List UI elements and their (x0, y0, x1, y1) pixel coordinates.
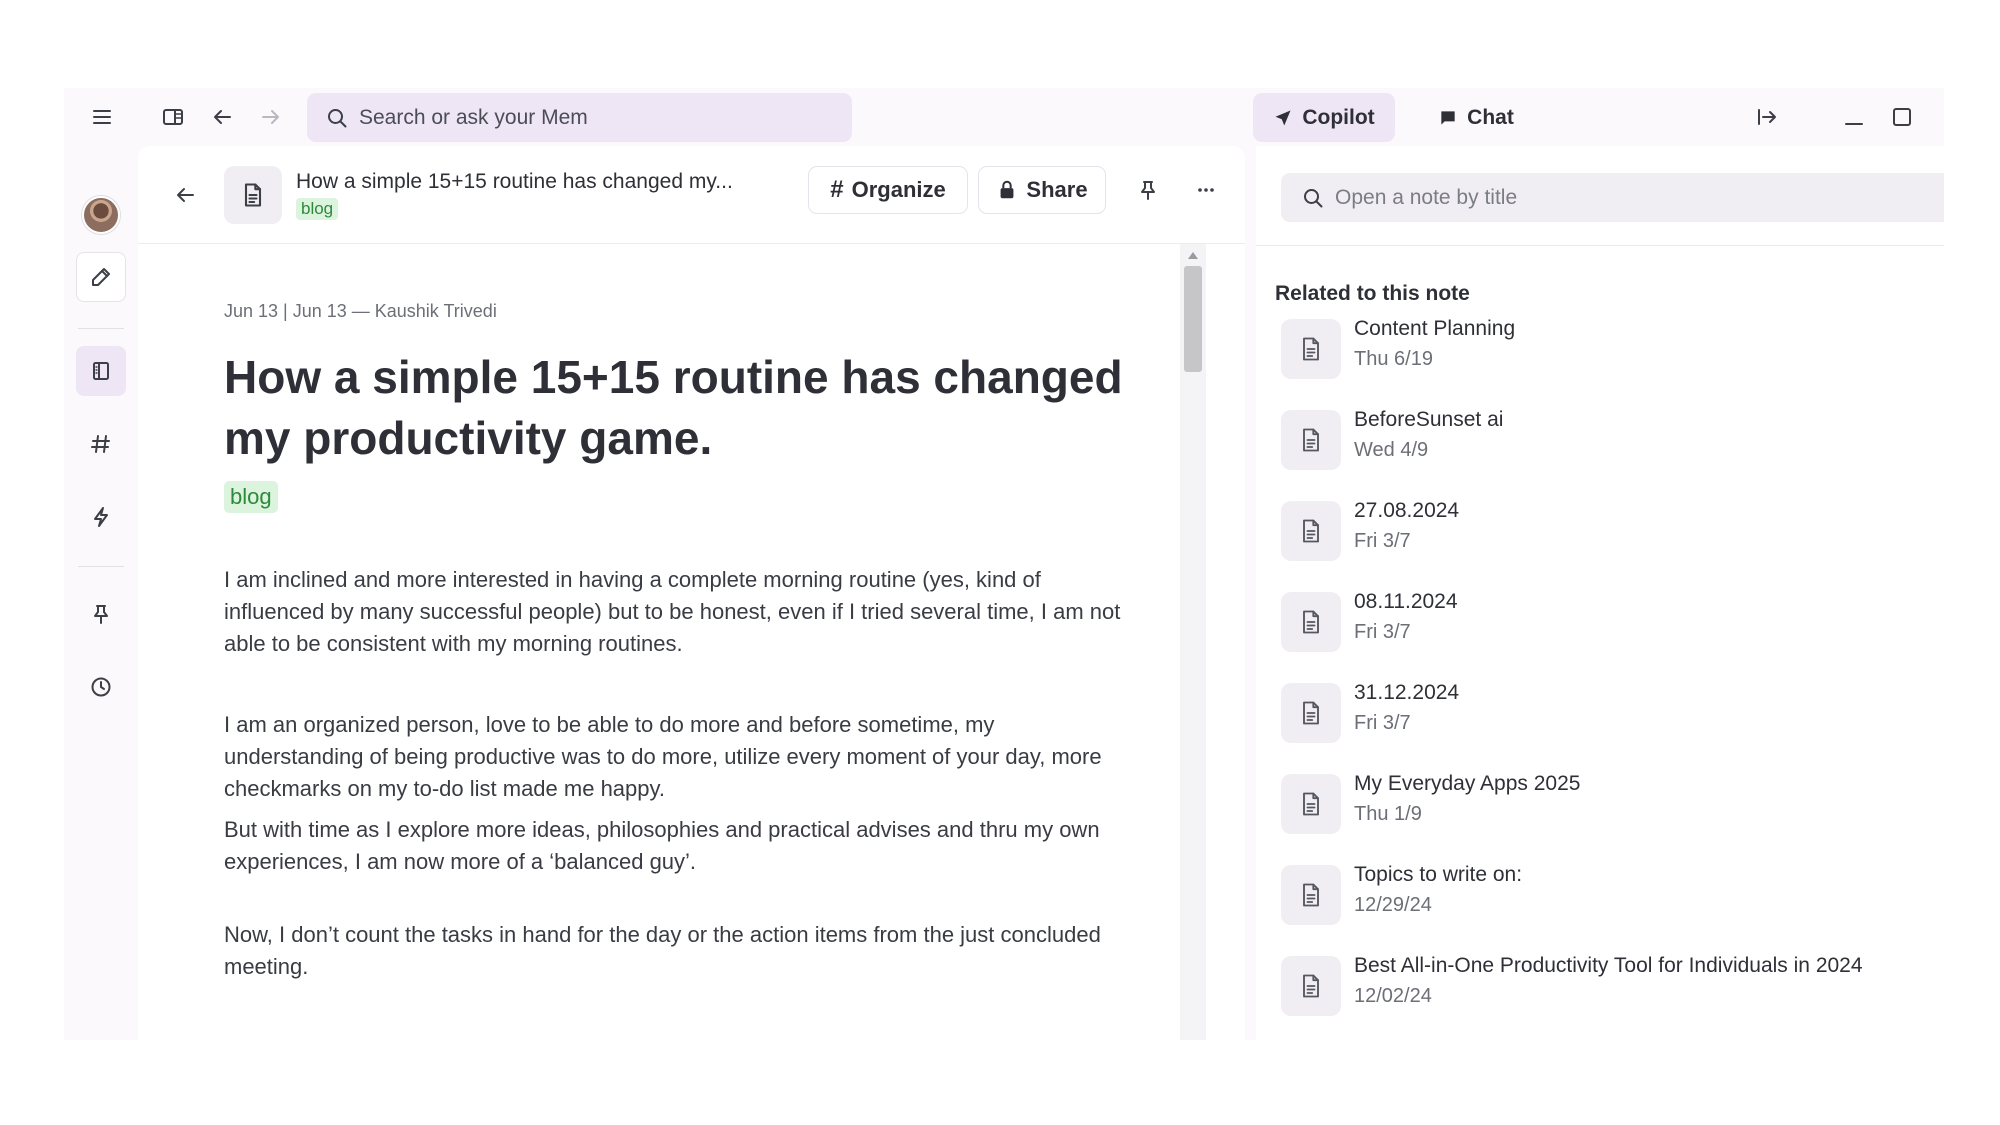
sidebar-item-tags[interactable] (76, 419, 126, 469)
document-icon (1281, 683, 1341, 743)
note-paragraph[interactable]: Now, I don’t count the tasks in hand for… (224, 919, 1134, 983)
maximize-icon[interactable] (1882, 97, 1922, 137)
document-icon (1281, 956, 1341, 1016)
scrollbar-thumb[interactable] (1184, 266, 1202, 372)
related-note-date: Thu 6/19 (1354, 348, 1433, 370)
related-note-title: 31.12.2024 (1354, 681, 1460, 704)
related-note-item[interactable]: 27.08.2024 Fri 3/7 (1281, 496, 1931, 566)
note-paragraph[interactable]: But with time as I explore more ideas, p… (224, 814, 1134, 878)
document-icon (1281, 774, 1341, 834)
global-search-input[interactable] (359, 105, 839, 130)
related-note-item[interactable]: My Everyday Apps 2025 Thu 1/9 (1281, 769, 1931, 839)
related-note-title: 08.11.2024 (1354, 590, 1458, 613)
collapse-panel-icon[interactable] (1747, 97, 1787, 137)
clock-icon (91, 677, 111, 697)
sidebar-item-notes[interactable] (76, 346, 126, 396)
note-tag[interactable]: blog (224, 481, 278, 513)
more-options-icon[interactable] (1186, 170, 1226, 210)
back-arrow-icon[interactable] (165, 175, 205, 215)
note-title[interactable]: How a simple 15+15 routine has changed m… (224, 347, 1124, 469)
global-search[interactable] (307, 93, 852, 142)
related-note-item[interactable]: Topics to write on: 12/29/24 (1281, 860, 1931, 930)
panel-divider (1256, 245, 1944, 246)
related-note-date: Fri 3/7 (1354, 530, 1411, 552)
search-icon (328, 108, 347, 127)
note-header-title: How a simple 15+15 routine has changed m… (296, 170, 733, 193)
lightning-icon (94, 507, 108, 527)
related-note-title: Topics to write on: (1354, 863, 1523, 886)
related-note-title: Content Planning (1354, 317, 1516, 340)
note-paragraph[interactable]: I am an organized person, love to be abl… (224, 709, 1134, 805)
copilot-panel: Related to this note Content Planning Th… (1256, 146, 1944, 1040)
related-note-date: Thu 1/9 (1354, 803, 1422, 825)
sidebar-item-recent[interactable] (76, 662, 126, 712)
pencil-icon (92, 268, 110, 286)
related-note-title: BeforeSunset ai (1354, 408, 1504, 431)
related-heading: Related to this note (1275, 282, 1470, 305)
document-icon (224, 166, 282, 224)
document-icon (1281, 865, 1341, 925)
organize-button[interactable]: # Organize (808, 166, 968, 214)
tab-copilot-label: Copilot (1302, 105, 1375, 129)
related-note-date: Fri 3/7 (1354, 621, 1411, 643)
share-button[interactable]: Share (978, 166, 1106, 214)
forward-arrow-icon[interactable] (251, 97, 291, 137)
related-note-date: 12/02/24 (1354, 985, 1432, 1007)
document-icon (1281, 501, 1341, 561)
document-icon (1281, 592, 1341, 652)
new-note-button[interactable] (76, 252, 126, 302)
sidebar-item-flash[interactable] (76, 492, 126, 542)
pin-icon[interactable] (1128, 170, 1168, 210)
sidebar-item-pinned[interactable] (76, 589, 126, 639)
rail-divider (78, 328, 124, 329)
app-window: Copilot Chat (64, 88, 1944, 1040)
related-note-title: My Everyday Apps 2025 (1354, 772, 1581, 795)
note-title-search-input[interactable] (1335, 185, 1935, 210)
note-paragraph[interactable]: I am inclined and more interested in hav… (224, 564, 1134, 660)
related-note-item[interactable]: BeforeSunset ai Wed 4/9 (1281, 405, 1931, 475)
note-scrollbar[interactable] (1180, 244, 1206, 1040)
rail-divider (78, 566, 124, 567)
note-panel: How a simple 15+15 routine has changed m… (138, 146, 1245, 1040)
related-note-date: 12/29/24 (1354, 894, 1432, 916)
pin-icon (94, 605, 108, 624)
back-arrow-icon[interactable] (202, 97, 242, 137)
notes-panel-icon (93, 362, 109, 380)
minimize-icon[interactable] (1834, 97, 1874, 137)
top-bar: Copilot Chat (64, 88, 1944, 146)
chat-bubble-icon (1441, 110, 1455, 125)
note-meta: Jun 13 | Jun 13 — Kaushik Trivedi (224, 301, 497, 321)
related-note-item[interactable]: Best All-in-One Productivity Tool for In… (1281, 951, 1931, 1021)
note-title-search[interactable] (1281, 173, 1944, 222)
tab-chat-label: Chat (1467, 105, 1514, 129)
send-arrow-icon (1275, 110, 1291, 125)
hash-icon (91, 435, 110, 453)
related-note-item[interactable]: Content Planning Thu 6/19 (1281, 314, 1931, 384)
related-note-item[interactable]: 08.11.2024 Fri 3/7 (1281, 587, 1931, 657)
hash-icon: # (830, 176, 844, 203)
related-note-date: Fri 3/7 (1354, 712, 1411, 734)
sidebar-toggle-icon[interactable] (153, 97, 193, 137)
left-rail (64, 146, 138, 1040)
note-header: How a simple 15+15 routine has changed m… (138, 146, 1245, 244)
note-body[interactable]: Jun 13 | Jun 13 — Kaushik Trivedi How a … (224, 244, 1124, 1040)
related-note-title: Best All-in-One Productivity Tool for In… (1354, 954, 1863, 977)
note-header-tag[interactable]: blog (296, 198, 339, 220)
lock-icon (1001, 180, 1014, 199)
menu-icon[interactable] (82, 97, 122, 137)
related-note-item[interactable]: 31.12.2024 Fri 3/7 (1281, 678, 1931, 748)
organize-label: Organize (851, 177, 946, 202)
related-note-title: 27.08.2024 (1354, 499, 1460, 522)
document-icon (1281, 410, 1341, 470)
related-note-date: Wed 4/9 (1354, 439, 1429, 461)
scroll-up-arrow-icon[interactable] (1188, 252, 1198, 259)
search-icon (1304, 188, 1323, 207)
tab-copilot[interactable]: Copilot (1253, 93, 1395, 142)
avatar[interactable] (82, 196, 120, 234)
document-icon (1281, 319, 1341, 379)
tab-chat[interactable]: Chat (1416, 93, 1536, 142)
share-label: Share (1026, 177, 1088, 202)
